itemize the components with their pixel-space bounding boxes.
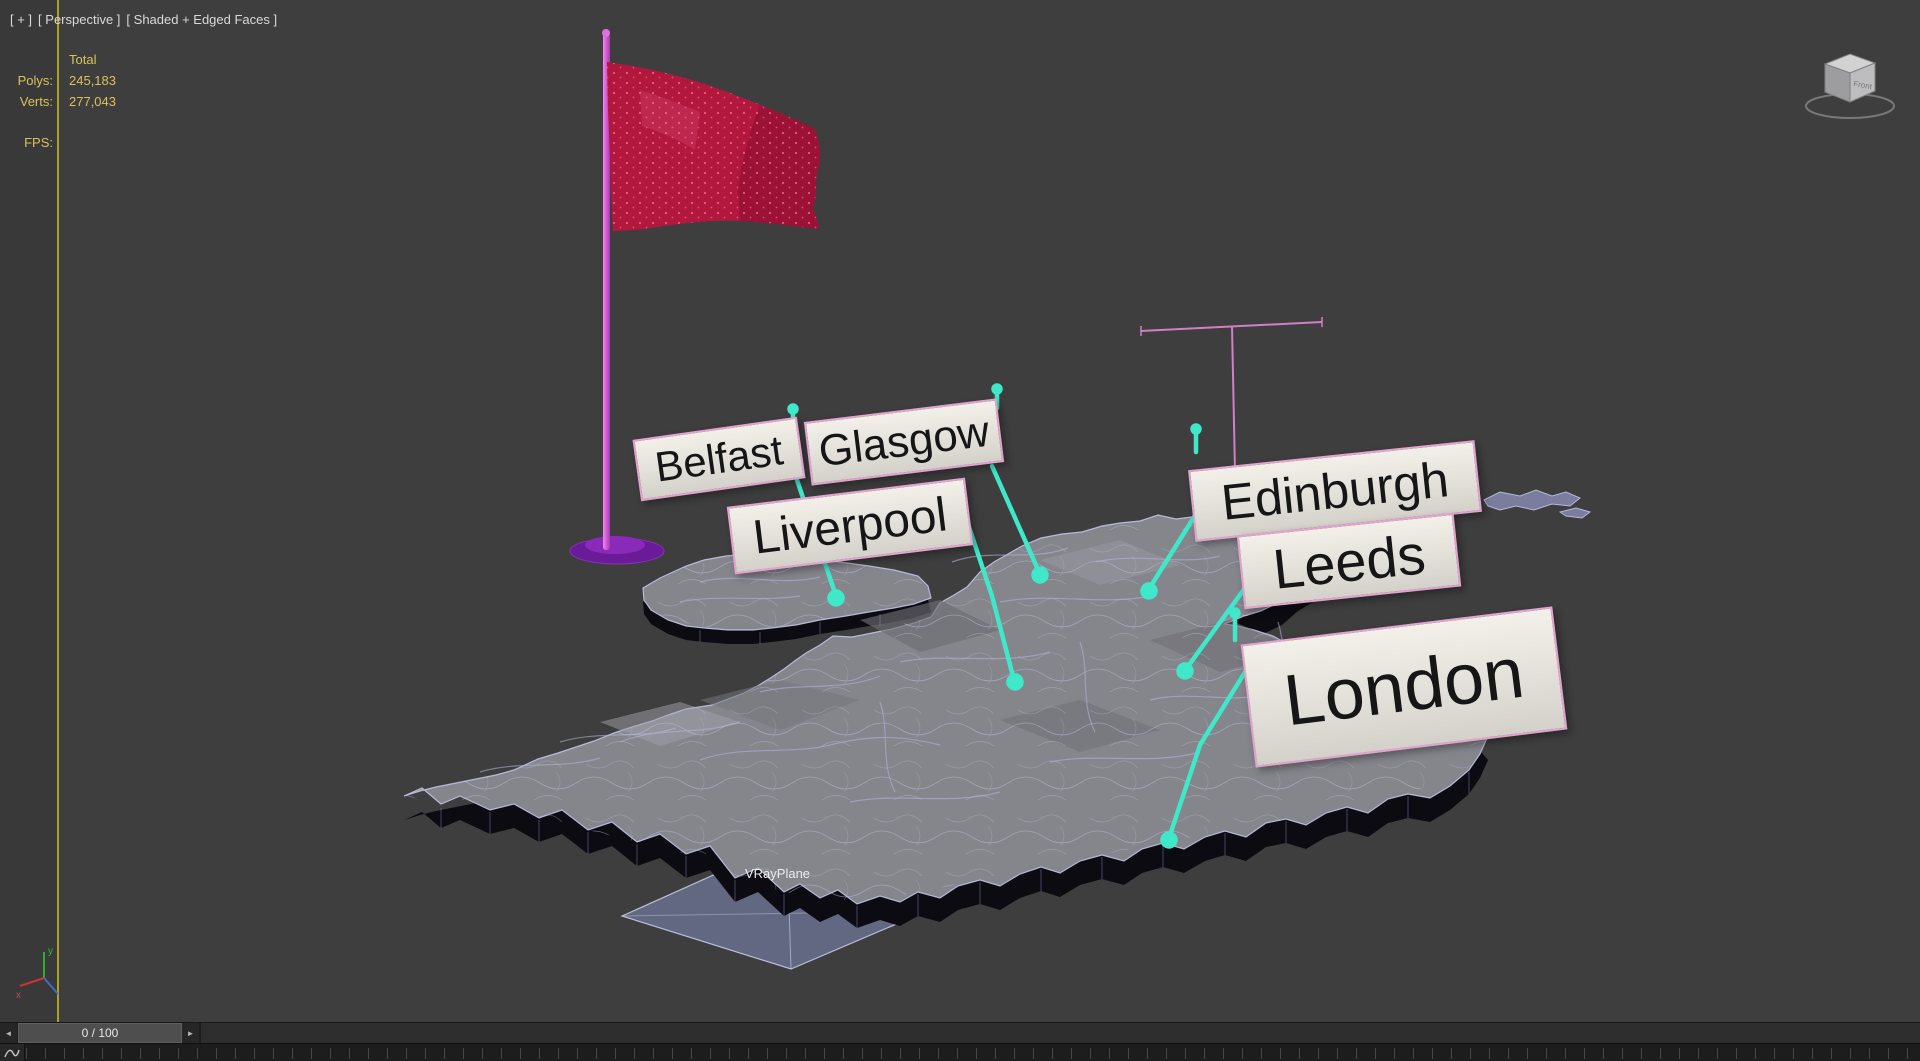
axis-x-line — [19, 977, 45, 987]
time-slider-handle[interactable]: 0 / 100 — [18, 1023, 182, 1043]
stats-verts-value: 277,043 — [69, 94, 116, 109]
axis-z-line — [43, 977, 59, 995]
stats-total-header: Total — [69, 52, 97, 67]
viewport-canvas[interactable]: [ + ] [ Perspective ] [ Shaded + Edged F… — [0, 0, 1920, 1022]
viewport-pov-menu[interactable]: [ Perspective ] — [38, 12, 120, 27]
world-axis-gizmo: y x — [16, 946, 59, 1001]
track-bar[interactable] — [0, 1043, 1920, 1061]
axis-x-label: x — [16, 990, 21, 1001]
curve-icon — [4, 1049, 20, 1058]
mini-curve-editor-button[interactable] — [0, 1044, 25, 1061]
flag-wireframe-dots — [607, 62, 821, 231]
stats-polys-value: 245,183 — [69, 73, 116, 88]
axis-y-label: y — [48, 946, 53, 957]
islands-object[interactable] — [1483, 489, 1592, 519]
time-slider[interactable]: ◄ 0 / 100 ► — [0, 1022, 1920, 1043]
3dsmax-window: [ + ] [ Perspective ] [ Shaded + Edged F… — [0, 0, 1920, 1061]
viewport-general-menu[interactable]: [ + ] — [10, 12, 32, 27]
stats-fps-label: FPS: — [24, 135, 53, 150]
viewcube[interactable]: Front — [1795, 40, 1905, 125]
viewport-shading-menu[interactable]: [ Shaded + Edged Faces ] — [126, 12, 277, 27]
previous-frame-button[interactable]: ◄ — [0, 1023, 18, 1043]
vrayplane-name-label: VRayPlane — [745, 866, 811, 881]
time-slider-track[interactable] — [200, 1023, 1920, 1043]
viewport-label: [ + ] [ Perspective ] [ Shaded + Edged F… — [10, 12, 277, 27]
next-frame-button[interactable]: ► — [182, 1023, 200, 1043]
track-bar-ticks[interactable] — [26, 1048, 1918, 1059]
stats-polys-label: Polys: — [17, 73, 53, 88]
stats-verts-label: Verts: — [19, 94, 53, 109]
